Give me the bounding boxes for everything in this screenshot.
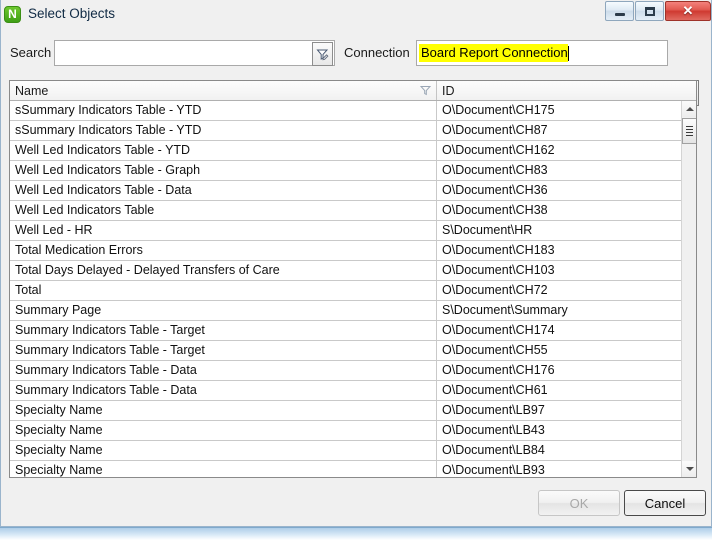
table-row[interactable]: Summary Page S\Document\Summary: [10, 301, 681, 321]
cell-name: Well Led Indicators Table: [10, 201, 437, 220]
cell-id: O\Document\CH72: [442, 283, 548, 297]
table-row[interactable]: Total O\Document\CH72: [10, 281, 681, 301]
cell-name: Well Led Indicators Table - Data: [10, 181, 437, 200]
table-row[interactable]: Well Led Indicators Table - YTD O\Documen…: [10, 141, 681, 161]
table-row[interactable]: sSummary Indicators Table - YTD O\Documen…: [10, 101, 681, 121]
column-header-name[interactable]: Name: [10, 81, 437, 100]
cell-name: Summary Indicators Table - Data: [10, 361, 437, 380]
cell-id: O\Document\CH103: [442, 263, 555, 277]
title-bar: N Select Objects ✕: [1, 0, 712, 27]
column-header-id[interactable]: ID: [437, 81, 696, 100]
cell-id: O\Document\CH162: [442, 143, 555, 157]
cell-id: O\Document\CH87: [442, 123, 548, 137]
cell-name: Summary Page: [10, 301, 437, 320]
table-row[interactable]: Specialty Name O\Document\LB97: [10, 401, 681, 421]
cell-id: O\Document\LB43: [442, 423, 545, 437]
vertical-scrollbar[interactable]: [681, 101, 696, 477]
cell-name: Specialty Name: [10, 421, 437, 440]
cell-name: Well Led Indicators Table - YTD: [10, 141, 437, 160]
cell-id: O\Document\CH176: [442, 363, 555, 377]
ok-button[interactable]: OK: [538, 490, 620, 516]
cancel-button[interactable]: Cancel: [624, 490, 706, 516]
table-row[interactable]: Well Led Indicators Table - Data O\Docume…: [10, 181, 681, 201]
table-row[interactable]: Well Led Indicators Table O\Document\CH38: [10, 201, 681, 221]
backdrop-bottom-strip: [0, 527, 712, 540]
cell-id: O\Document\CH38: [442, 203, 548, 217]
funnel-filter-icon[interactable]: [419, 85, 432, 99]
table-row[interactable]: Total Medication Errors O\Document\CH183: [10, 241, 681, 261]
column-header-name-label: Name: [15, 83, 49, 98]
table-row[interactable]: Summary Indicators Table - Target O\Docum…: [10, 341, 681, 361]
cell-id: O\Document\CH36: [442, 183, 548, 197]
objects-table: Name ID sSummary Indicators Table - YTD O…: [9, 80, 697, 478]
close-icon[interactable]: ✕: [665, 1, 711, 21]
cell-id: O\Document\CH61: [442, 383, 548, 397]
table-row[interactable]: Total Days Delayed - Delayed Transfers o…: [10, 261, 681, 281]
table-row[interactable]: Summary Indicators Table - Target O\Docum…: [10, 321, 681, 341]
scrollbar-grip-icon: [686, 124, 693, 138]
cell-name: sSummary Indicators Table - YTD: [10, 121, 437, 140]
cell-name: Well Led - HR: [10, 221, 437, 240]
select-objects-dialog: N Select Objects ✕ Search Connection Boa…: [0, 0, 712, 527]
search-label: Search: [10, 45, 52, 60]
table-row[interactable]: Specialty Name O\Document\LB84: [10, 441, 681, 461]
table-row[interactable]: Well Led Indicators Table - Graph O\Docum…: [10, 161, 681, 181]
cell-id: O\Document\CH83: [442, 163, 548, 177]
cell-id: O\Document\LB84: [442, 443, 545, 457]
app-logo-icon: N: [4, 5, 21, 23]
cell-name: sSummary Indicators Table - YTD: [10, 101, 437, 120]
cell-name: Total Days Delayed - Delayed Transfers o…: [10, 261, 437, 280]
cell-name: Specialty Name: [10, 401, 437, 420]
cell-id: O\Document\CH55: [442, 343, 548, 357]
search-field-wrapper: [54, 40, 335, 66]
minimize-icon[interactable]: [605, 1, 634, 21]
cell-name: Total Medication Errors: [10, 241, 437, 260]
funnel-filter-icon[interactable]: [312, 42, 333, 66]
cell-id: O\Document\CH174: [442, 323, 555, 337]
column-header-id-label: ID: [442, 83, 455, 98]
cell-id: S\Document\HR: [442, 223, 533, 237]
scroll-down-icon[interactable]: [682, 461, 696, 477]
scroll-up-icon[interactable]: [682, 101, 696, 117]
cell-name: Summary Indicators Table - Target: [10, 341, 437, 360]
table-row[interactable]: Specialty Name O\Document\LB93: [10, 461, 681, 477]
cell-id: O\Document\CH175: [442, 103, 555, 117]
connection-label: Connection: [344, 45, 410, 60]
table-row[interactable]: Well Led - HR S\Document\HR: [10, 221, 681, 241]
maximize-icon[interactable]: [635, 1, 664, 21]
cell-name: Specialty Name: [10, 441, 437, 460]
text-cursor: [567, 45, 569, 61]
page-title: Select Objects: [28, 6, 116, 21]
cell-name: Well Led Indicators Table - Graph: [10, 161, 437, 180]
table-row[interactable]: Specialty Name O\Document\LB43: [10, 421, 681, 441]
search-connection-row: Search Connection Board Report Connectio…: [1, 38, 712, 106]
table-row[interactable]: sSummary Indicators Table - YTD O\Documen…: [10, 121, 681, 141]
scrollbar-thumb[interactable]: [682, 118, 696, 144]
cell-name: Total: [10, 281, 437, 300]
table-body: sSummary Indicators Table - YTD O\Documen…: [10, 101, 681, 477]
connection-value: Board Report Connection: [419, 44, 568, 62]
cell-id: O\Document\LB93: [442, 463, 545, 477]
cell-id: O\Document\CH183: [442, 243, 555, 257]
table-row[interactable]: Summary Indicators Table - Data O\Documen…: [10, 381, 681, 401]
table-header-row: Name ID: [10, 81, 696, 101]
cell-name: Summary Indicators Table - Target: [10, 321, 437, 340]
cell-name: Summary Indicators Table - Data: [10, 381, 437, 400]
search-input[interactable]: [56, 42, 314, 66]
window-controls: ✕: [604, 1, 711, 21]
cell-id: S\Document\Summary: [442, 303, 568, 317]
cell-id: O\Document\LB97: [442, 403, 545, 417]
cell-name: Specialty Name: [10, 461, 437, 477]
connection-field[interactable]: Board Report Connection: [416, 40, 668, 66]
table-row[interactable]: Summary Indicators Table - Data O\Documen…: [10, 361, 681, 381]
